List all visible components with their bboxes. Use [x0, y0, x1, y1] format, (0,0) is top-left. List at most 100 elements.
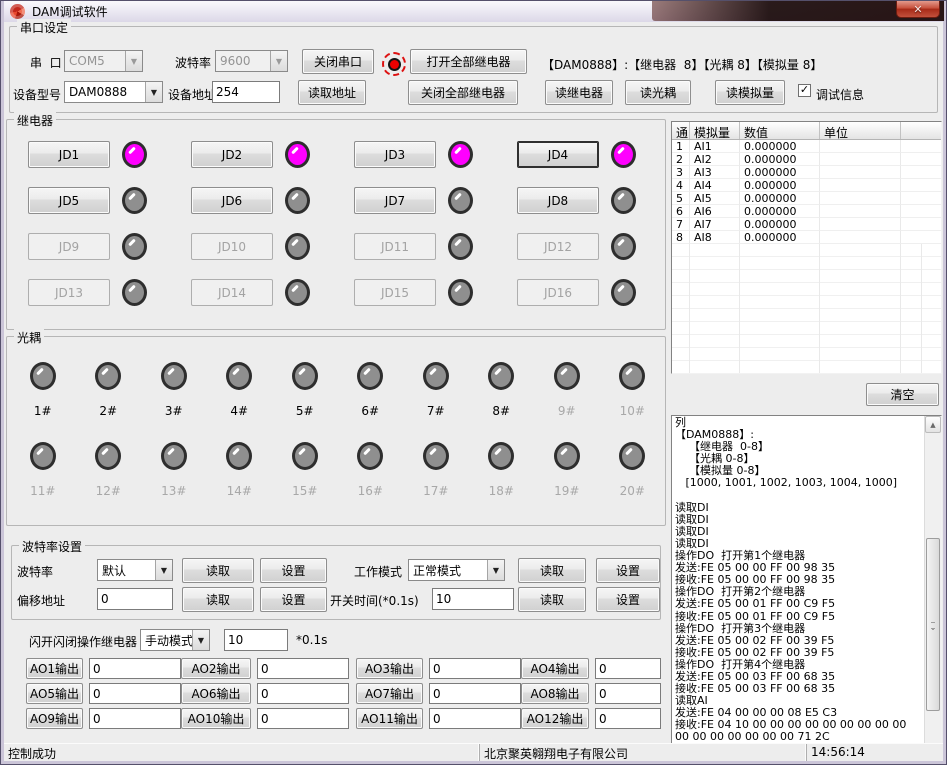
ao-output-input[interactable] [429, 708, 521, 729]
log-panel[interactable]: 列 【DAM0888】: 【继电器 0-8】 【光耦 0-8】 【模拟量 0-8… [671, 415, 942, 745]
ao-output-input[interactable] [429, 683, 521, 704]
table-row[interactable]: 7 AI7 0.000000 [672, 218, 941, 231]
ao-output-cell: AO9输出 [26, 708, 181, 729]
table-row[interactable]: 1 AI1 0.000000 [672, 140, 941, 153]
ao-output-input[interactable] [595, 683, 661, 704]
dropdown-arrow-icon[interactable]: ▼ [155, 560, 172, 580]
table-row[interactable]: 5 AI5 0.000000 [672, 192, 941, 205]
table-row[interactable]: 3 AI3 0.000000 [672, 166, 941, 179]
offset-read-button[interactable]: 读取 [182, 587, 254, 612]
ao-output-button[interactable]: AO7输出 [356, 683, 423, 704]
offset-address-input[interactable] [97, 588, 173, 610]
relay-button[interactable]: JD12 [517, 233, 599, 260]
close-port-button[interactable]: 关闭串口 [302, 49, 374, 74]
table-header-cell[interactable]: 通 [672, 122, 690, 139]
table-header-cell[interactable] [901, 122, 941, 139]
ao-output-input[interactable] [257, 683, 349, 704]
offset-set-button[interactable]: 设置 [260, 587, 327, 612]
relay-button[interactable]: JD13 [28, 279, 110, 306]
cell-channel: 6 [672, 205, 690, 218]
relay-button[interactable]: JD6 [191, 187, 273, 214]
work-mode-read-button[interactable]: 读取 [518, 558, 586, 583]
ao-output-input[interactable] [429, 658, 521, 679]
ao-output-input[interactable] [595, 708, 661, 729]
relay-led-indicator [448, 187, 473, 214]
status-bar: 控制成功 北京聚英翱翔电子有限公司 14:56:14 [4, 743, 943, 761]
opto-channel: 12# [76, 442, 142, 498]
ao-output-button[interactable]: AO10输出 [181, 708, 251, 729]
work-mode-combobox[interactable]: 正常模式 ▼ [408, 559, 505, 581]
cell-value: 0.000000 [740, 140, 820, 153]
baud-setting-combobox[interactable]: 默认 ▼ [97, 559, 173, 581]
ao-output-button[interactable]: AO8输出 [521, 683, 589, 704]
relay-button[interactable]: JD7 [354, 187, 436, 214]
ao-output-input[interactable] [89, 708, 181, 729]
ao-output-button[interactable]: AO6输出 [181, 683, 251, 704]
relay-button[interactable]: JD10 [191, 233, 273, 260]
open-all-relays-button[interactable]: 打开全部继电器 [410, 49, 527, 74]
ao-output-input[interactable] [257, 708, 349, 729]
table-row[interactable]: 4 AI4 0.000000 [672, 179, 941, 192]
cell-extra [901, 140, 941, 153]
cell-value: 0.000000 [740, 192, 820, 205]
ao-output-button[interactable]: AO11输出 [356, 708, 423, 729]
ao-output-button[interactable]: AO12输出 [521, 708, 589, 729]
switch-time-read-button[interactable]: 读取 [518, 587, 586, 612]
relay-button[interactable]: JD5 [28, 187, 110, 214]
ao-output-input[interactable] [89, 683, 181, 704]
ao-output-button[interactable]: AO2输出 [181, 658, 251, 679]
dropdown-arrow-icon[interactable]: ▼ [145, 82, 162, 102]
flash-mode-combobox[interactable]: 手动模式 ▼ [140, 629, 210, 651]
model-combobox[interactable]: DAM0888 ▼ [64, 81, 163, 103]
read-analog-button[interactable]: 读模拟量 [715, 80, 785, 105]
titlebar[interactable]: DAM调试软件 ✕ [4, 1, 943, 22]
work-mode-set-button[interactable]: 设置 [596, 558, 660, 583]
scrollbar-thumb[interactable] [926, 538, 940, 711]
table-header-cell[interactable]: 数值 [740, 122, 820, 139]
read-relay-button[interactable]: 读继电器 [545, 80, 613, 105]
table-header-cell[interactable]: 模拟量 [690, 122, 740, 139]
relay-button[interactable]: JD11 [354, 233, 436, 260]
switch-time-set-button[interactable]: 设置 [596, 587, 660, 612]
ao-output-button[interactable]: AO4输出 [521, 658, 589, 679]
relay-button[interactable]: JD2 [191, 141, 273, 168]
close-all-relays-button[interactable]: 关闭全部继电器 [408, 80, 518, 105]
address-input[interactable] [212, 81, 280, 103]
ao-output-button[interactable]: AO1输出 [26, 658, 83, 679]
ao-output-grid: AO1输出 AO2输出 AO3输出 AO4输出 [26, 658, 661, 729]
log-scrollbar[interactable]: ▲ [924, 416, 941, 744]
relay-button[interactable]: JD9 [28, 233, 110, 260]
relay-button[interactable]: JD3 [354, 141, 436, 168]
flash-time-input[interactable] [224, 629, 288, 651]
dropdown-arrow-icon[interactable]: ▼ [487, 560, 504, 580]
relay-button[interactable]: JD16 [517, 279, 599, 306]
relay-button[interactable]: JD15 [354, 279, 436, 306]
relay-button[interactable]: JD4 [517, 141, 599, 168]
read-opto-button[interactable]: 读光耦 [625, 80, 691, 105]
table-row[interactable]: 8 AI8 0.000000 [672, 231, 941, 244]
table-header-cell[interactable]: 单位 [820, 122, 901, 139]
read-address-button[interactable]: 读取地址 [298, 80, 366, 105]
relay-button[interactable]: JD8 [517, 187, 599, 214]
opto-led-indicator [488, 442, 514, 470]
ao-output-input[interactable] [257, 658, 349, 679]
close-button[interactable]: ✕ [896, 1, 940, 18]
relay-led-indicator [285, 187, 310, 214]
relay-button[interactable]: JD14 [191, 279, 273, 306]
relay-led-indicator [611, 233, 636, 260]
table-row[interactable]: 6 AI6 0.000000 [672, 205, 941, 218]
ao-output-button[interactable]: AO9输出 [26, 708, 83, 729]
switch-time-input[interactable] [432, 588, 514, 610]
ao-output-button[interactable]: AO5输出 [26, 683, 83, 704]
baud-set-button[interactable]: 设置 [260, 558, 327, 583]
ao-output-button[interactable]: AO3输出 [356, 658, 423, 679]
ao-output-input[interactable] [89, 658, 181, 679]
debug-info-checkbox[interactable]: ✓ [798, 84, 811, 97]
scroll-up-button[interactable]: ▲ [925, 416, 941, 433]
clear-button[interactable]: 清空 [866, 383, 939, 406]
relay-button[interactable]: JD1 [28, 141, 110, 168]
baud-read-button[interactable]: 读取 [182, 558, 254, 583]
ao-output-input[interactable] [595, 658, 661, 679]
table-row[interactable]: 2 AI2 0.000000 [672, 153, 941, 166]
dropdown-arrow-icon[interactable]: ▼ [192, 630, 209, 650]
